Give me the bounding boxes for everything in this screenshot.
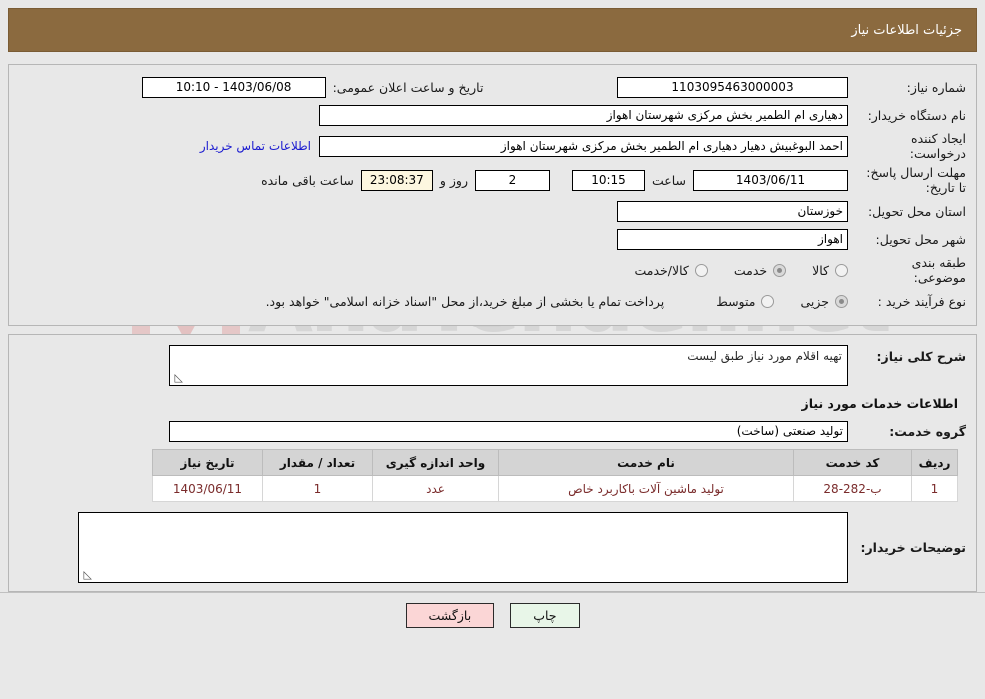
days-label: روز و — [439, 172, 468, 188]
requester-value: احمد البوغبیش دهیار دهیاری ام الطمیر بخش… — [319, 135, 848, 157]
row-requester: ایجاد کننده درخواست: احمد البوغبیش دهیار… — [15, 131, 970, 161]
buyer-org-value: دهیاری ام الطمیر بخش مرکزی شهرستان اهواز — [319, 104, 848, 126]
row-buyer-notes: توضیحات خریدار: ◺ — [15, 512, 970, 583]
hour-label: ساعت — [651, 172, 686, 188]
buyer-notes-textarea[interactable]: ◺ — [78, 512, 848, 583]
row-need-number: شماره نیاز: 1103095463000003 تاریخ و ساع… — [15, 75, 970, 99]
requester-label: ایجاد کننده درخواست: — [909, 131, 966, 161]
footer-actions: چاپ بازگشت — [0, 603, 985, 638]
resize-grip-icon[interactable]: ◺ — [82, 569, 92, 580]
radio-category-0[interactable]: کالا — [812, 263, 848, 278]
radio-category-1[interactable]: خدمت — [733, 262, 787, 278]
announce-datetime-label: تاریخ و ساعت اعلان عمومی: — [332, 79, 484, 95]
countdown-value: 23:08:37 — [360, 169, 433, 191]
announce-datetime-value: 1403/06/08 - 10:10 — [141, 76, 326, 98]
radio-category-2[interactable]: کالا/خدمت — [634, 262, 708, 278]
city-value: اهواز — [617, 228, 848, 250]
cell-qty: 1 — [262, 475, 373, 502]
radio-category-0-label: کالا — [812, 262, 829, 278]
need-number-value: 1103095463000003 — [617, 76, 848, 98]
radio-icon — [694, 263, 708, 277]
remaining-days-value: 2 — [474, 169, 550, 191]
cell-unit: عدد — [372, 475, 499, 502]
row-general-desc: شرح کلی نیاز: تهیه اقلام مورد نیاز طبق ل… — [15, 345, 970, 386]
payment-note: پرداخت تمام یا بخشی از مبلغ خرید،از محل … — [265, 293, 665, 309]
need-info-panel: شماره نیاز: 1103095463000003 تاریخ و ساع… — [8, 64, 977, 326]
need-number-label: شماره نیاز: — [906, 79, 966, 95]
row-deadline: مهلت ارسال پاسخ: تا تاریخ: 1403/06/11 سا… — [15, 165, 970, 195]
general-desc-label: شرح کلی نیاز: — [876, 349, 966, 364]
print-button[interactable]: چاپ — [510, 603, 580, 628]
province-label: استان محل تحویل: — [867, 203, 966, 219]
radio-icon — [761, 294, 775, 308]
remaining-label: ساعت باقی مانده — [261, 172, 354, 188]
row-buyer-org: نام دستگاه خریدار: دهیاری ام الطمیر بخش … — [15, 103, 970, 127]
buyer-contact-link[interactable]: اطلاعات تماس خریدار — [200, 139, 311, 153]
radio-purchase-0[interactable]: جزیی — [800, 294, 848, 309]
service-group-value: تولید صنعتی (ساخت) — [169, 420, 848, 442]
service-group-label: گروه خدمت: — [889, 423, 966, 439]
radio-selected-icon — [835, 294, 848, 308]
row-category: طبقه بندی موضوعی: کالا خدمت کالا/خدمت — [15, 255, 970, 285]
radio-purchase-1[interactable]: متوسط — [716, 293, 775, 309]
resize-grip-icon[interactable]: ◺ — [173, 372, 183, 383]
page-root: جزئیات اطلاعات نیاز شماره نیاز: 11030954… — [0, 8, 985, 638]
buyer-notes-label: توضیحات خریدار: — [860, 540, 966, 555]
city-label: شهر محل تحویل: — [875, 231, 966, 247]
footer-divider — [0, 592, 985, 593]
cell-name: تولید ماشین آلات باکاربرد خاص — [498, 475, 794, 502]
details-panel: شرح کلی نیاز: تهیه اقلام مورد نیاز طبق ل… — [8, 334, 977, 592]
th-unit: واحد اندازه گیری — [372, 449, 499, 476]
deadline-time-value: 10:15 — [571, 169, 645, 191]
radio-category-1-label: خدمت — [733, 262, 768, 278]
row-city: شهر محل تحویل: اهواز — [15, 227, 970, 251]
cell-date: 1403/06/11 — [152, 475, 263, 502]
row-province: استان محل تحویل: خوزستان — [15, 199, 970, 223]
services-section-title: اطلاعات خدمات مورد نیاز — [801, 396, 959, 411]
category-label: طبقه بندی موضوعی: — [911, 255, 966, 285]
th-qty: تعداد / مقدار — [262, 449, 373, 476]
table-row: 1 ب-282-28 تولید ماشین آلات باکاربرد خاص… — [152, 475, 958, 502]
th-row: ردیف — [911, 449, 958, 476]
deadline-date-value: 1403/06/11 — [693, 169, 848, 191]
radio-purchase-0-label: جزیی — [800, 293, 829, 309]
page-header: جزئیات اطلاعات نیاز — [8, 8, 977, 52]
province-value: خوزستان — [617, 200, 848, 222]
th-name: نام خدمت — [498, 449, 794, 476]
cell-code: ب-282-28 — [793, 475, 912, 502]
radio-purchase-1-label: متوسط — [716, 293, 756, 309]
buyer-org-label: نام دستگاه خریدار: — [867, 107, 966, 123]
general-desc-textarea[interactable]: تهیه اقلام مورد نیاز طبق لیست ◺ — [169, 345, 848, 386]
radio-category-2-label: کالا/خدمت — [634, 262, 689, 278]
th-code: کد خدمت — [793, 449, 912, 476]
service-items-table: ردیف کد خدمت نام خدمت واحد اندازه گیری ت… — [152, 449, 958, 502]
table-header-row: ردیف کد خدمت نام خدمت واحد اندازه گیری ت… — [152, 449, 958, 476]
row-purchase-type: نوع فرآیند خرید : جزیی متوسط پرداخت تمام… — [15, 289, 970, 313]
purchase-type-label: نوع فرآیند خرید : — [877, 293, 966, 309]
radio-selected-icon — [773, 263, 787, 277]
radio-icon — [835, 263, 848, 277]
deadline-label: مهلت ارسال پاسخ: تا تاریخ: — [866, 165, 966, 195]
th-date: تاریخ نیاز — [152, 449, 263, 476]
row-service-group: گروه خدمت: تولید صنعتی (ساخت) — [15, 419, 970, 443]
back-button[interactable]: بازگشت — [405, 603, 495, 628]
cell-row: 1 — [911, 475, 958, 502]
page-title: جزئیات اطلاعات نیاز — [851, 22, 962, 38]
